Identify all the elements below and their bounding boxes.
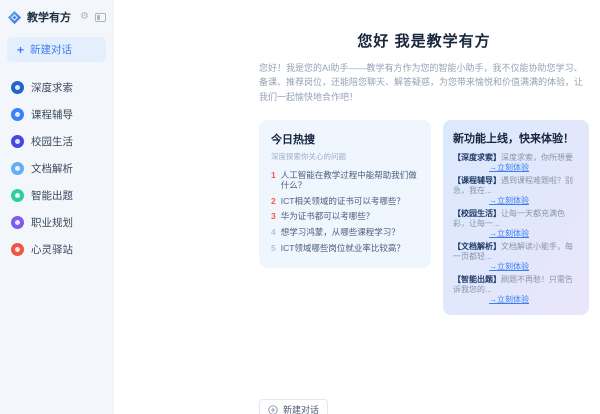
hot-search-item[interactable]: 5 ICT领域哪些岗位就业率比较高？: [271, 243, 419, 254]
new-chat-label: 新建对话: [30, 44, 73, 56]
try-now-link[interactable]: →立刻体验: [489, 196, 579, 206]
feature-tag: 【文档解析】: [453, 242, 501, 252]
app-logo-icon: [7, 10, 22, 25]
rank-number: 5: [271, 243, 276, 253]
app-title: 教学有方: [27, 12, 71, 24]
hot-question: 人工智能在教学过程中能帮助我们做什么？: [280, 170, 417, 190]
try-now-link[interactable]: →立刻体验: [489, 229, 579, 239]
course-tutoring-icon: [11, 108, 24, 121]
collapse-sidebar-icon[interactable]: [95, 12, 106, 22]
hot-question: ICT相关领域的证书可以考哪些？: [280, 195, 405, 206]
hot-question: 华为证书都可以考哪些？: [280, 211, 375, 222]
app-window: 教学有方 ⚙ + 新建对话 深度求索 课程辅导 校园生活 文档解析 智能出题 职…: [0, 0, 600, 414]
sidebar-item-label: 课程辅导: [31, 109, 73, 121]
sidebar-item-label: 心灵驿站: [31, 244, 73, 256]
rank-number: 2: [271, 195, 276, 206]
rank-number: 3: [271, 211, 276, 222]
feature-item: 【校园生活】让每一天都充满色彩，让每一... →立刻体验: [453, 209, 579, 239]
sidebar-header: 教学有方 ⚙: [7, 7, 106, 27]
greeting-body: 您好！我是您的AI助手——教学有方作为您的智能小助手，我不仅能协助您学习、备课、…: [259, 63, 584, 102]
sidebar-item-course-tutoring[interactable]: 课程辅导: [7, 101, 106, 128]
feature-item: 【课程辅导】遇到课程难题啦？别急，我在... →立刻体验: [453, 176, 579, 206]
hot-search-list: 1 人工智能在教学过程中能帮助我们做什么？ 2 ICT相关领域的证书可以考哪些？…: [271, 170, 419, 254]
try-now-link[interactable]: →立刻体验: [489, 262, 579, 272]
try-now-link[interactable]: →立刻体验: [489, 295, 579, 305]
feature-item: 【文档解析】文档解读小能手，每一页都轻... →立刻体验: [453, 242, 579, 272]
hot-search-subtitle: 深度探索你关心的问题: [271, 152, 346, 162]
sidebar-item-label: 职业规划: [31, 217, 73, 229]
composer-area: 新建对话: [259, 399, 589, 414]
plus-icon: +: [17, 42, 25, 57]
sidebar-item-doc-parsing[interactable]: 文档解析: [7, 155, 106, 182]
sidebar: 教学有方 ⚙ + 新建对话 深度求索 课程辅导 校园生活 文档解析 智能出题 职…: [0, 0, 114, 414]
rank-number: 1: [271, 170, 276, 181]
greeting-title: 您好 我是教学有方: [357, 33, 491, 50]
hot-search-item[interactable]: 4 想学习鸿蒙，从哪些课程学习？: [271, 227, 419, 238]
feature-tag: 【校园生活】: [453, 209, 501, 219]
rank-number: 4: [271, 227, 276, 238]
circle-plus-icon: [268, 405, 278, 414]
main-area: 您好 我是教学有方 您好！我是您的AI助手——教学有方作为您的智能小助手，我不仅…: [114, 0, 600, 414]
mind-station-icon: [11, 243, 24, 256]
settings-icon[interactable]: ⚙: [80, 12, 89, 22]
sidebar-item-label: 智能出题: [31, 190, 73, 202]
sidebar-item-label: 文档解析: [31, 163, 73, 175]
hot-question: ICT领域哪些岗位就业率比较高？: [280, 243, 405, 253]
hot-search-item[interactable]: 3 华为证书都可以考哪些？: [271, 212, 419, 222]
feature-item: 【智能出题】刷题不再愁！只需告诉我您的... →立刻体验: [453, 275, 579, 305]
try-now-link[interactable]: →立刻体验: [489, 163, 579, 173]
hot-search-card: 今日热搜 深度探索你关心的问题 1 人工智能在教学过程中能帮助我们做什么？ 2 …: [259, 120, 431, 268]
new-features-title: 新功能上线，快来体验！: [453, 133, 574, 146]
hot-search-item[interactable]: 1 人工智能在教学过程中能帮助我们做什么？: [271, 170, 419, 191]
hot-search-item[interactable]: 2 ICT相关领域的证书可以考哪些？: [271, 195, 419, 207]
sidebar-item-deep-search[interactable]: 深度求索: [7, 74, 106, 101]
sidebar-item-mind-station[interactable]: 心灵驿站: [7, 236, 106, 263]
sidebar-item-label: 深度求索: [31, 82, 73, 94]
feature-item: 【深度求索】深度求索，你所想要 →立刻体验: [453, 153, 579, 173]
sidebar-item-campus-life[interactable]: 校园生活: [7, 128, 106, 155]
feature-tag: 【深度求索】: [453, 153, 501, 163]
new-chat-button-bottom[interactable]: 新建对话: [259, 399, 329, 414]
new-chat-bottom-label: 新建对话: [283, 405, 320, 414]
doc-parsing-icon: [11, 162, 24, 175]
sidebar-item-smart-questions[interactable]: 智能出题: [7, 182, 106, 209]
career-planning-icon: [11, 216, 24, 229]
feature-tag: 【智能出题】: [453, 275, 501, 285]
campus-life-icon: [11, 135, 24, 148]
sidebar-item-career-planning[interactable]: 职业规划: [7, 209, 106, 236]
new-features-card: 新功能上线，快来体验！ 【深度求索】深度求索，你所想要 →立刻体验 【课程辅导】…: [443, 120, 589, 316]
cards-row: 今日热搜 深度探索你关心的问题 1 人工智能在教学过程中能帮助我们做什么？ 2 …: [259, 120, 589, 316]
new-chat-button[interactable]: + 新建对话: [7, 37, 106, 62]
deep-search-icon: [11, 81, 24, 94]
sidebar-item-label: 校园生活: [31, 136, 73, 148]
sidebar-nav: 深度求索 课程辅导 校园生活 文档解析 智能出题 职业规划 心灵驿站: [7, 74, 106, 263]
feature-tag: 【课程辅导】: [453, 176, 501, 186]
feature-desc: 深度求索，你所想要: [501, 153, 573, 163]
hot-question: 想学习鸿蒙，从哪些课程学习？: [280, 227, 400, 238]
smart-questions-icon: [11, 189, 24, 202]
hot-search-title: 今日热搜: [271, 134, 315, 147]
